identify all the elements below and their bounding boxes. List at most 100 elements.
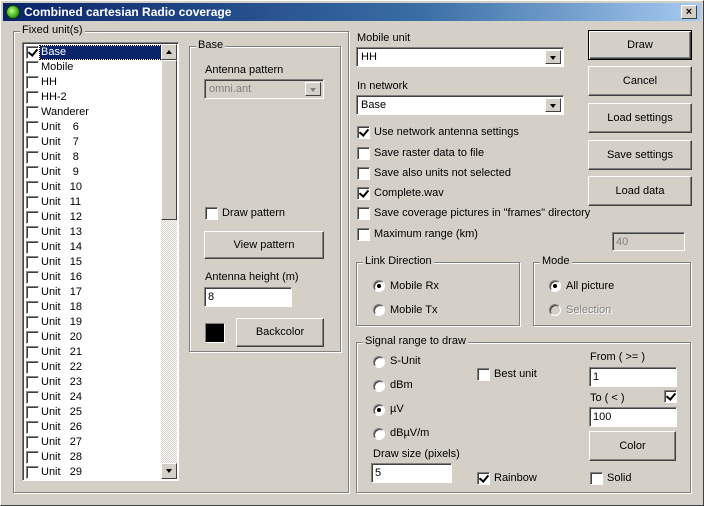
unit-checkbox[interactable] bbox=[26, 256, 39, 269]
unit-checkbox[interactable] bbox=[26, 76, 39, 89]
cancel-button[interactable]: Cancel bbox=[588, 66, 692, 96]
rainbow-checkbox[interactable] bbox=[477, 472, 490, 485]
load-data-button[interactable]: Load data bbox=[588, 176, 692, 206]
antenna-height-input[interactable]: 8 bbox=[204, 287, 292, 307]
solid-checkbox[interactable] bbox=[590, 472, 603, 485]
list-item[interactable]: Unit 29 bbox=[25, 465, 165, 480]
unit-checkbox[interactable] bbox=[26, 376, 39, 389]
unit-checkbox[interactable] bbox=[26, 151, 39, 164]
unit-checkbox[interactable] bbox=[26, 121, 39, 134]
mobile-unit-select[interactable]: HH bbox=[356, 47, 564, 67]
list-item[interactable]: Unit 23 bbox=[25, 375, 165, 390]
save-coverage-pictures-checkbox[interactable] bbox=[357, 207, 370, 220]
list-item[interactable]: Unit 21 bbox=[25, 345, 165, 360]
in-network-dropdown-button[interactable] bbox=[545, 98, 561, 112]
list-item[interactable]: Unit 9 bbox=[25, 165, 165, 180]
draw-pattern-checkbox[interactable] bbox=[205, 207, 218, 220]
list-item[interactable]: Unit 20 bbox=[25, 330, 165, 345]
unit-checkbox[interactable] bbox=[26, 346, 39, 359]
list-item[interactable]: Unit 15 bbox=[25, 255, 165, 270]
antenna-pattern-dropdown-button[interactable] bbox=[305, 82, 321, 96]
list-item[interactable]: Unit 22 bbox=[25, 360, 165, 375]
unit-checkbox[interactable] bbox=[26, 436, 39, 449]
s-unit-radio[interactable] bbox=[373, 356, 385, 368]
scroll-up-button[interactable] bbox=[161, 44, 177, 60]
in-network-select[interactable]: Base bbox=[356, 95, 564, 115]
unit-checkbox[interactable] bbox=[26, 91, 39, 104]
unit-checkbox[interactable] bbox=[26, 241, 39, 254]
unit-checkbox[interactable] bbox=[26, 196, 39, 209]
to-input[interactable]: 100 bbox=[589, 407, 677, 427]
list-item[interactable]: Unit 14 bbox=[25, 240, 165, 255]
dbuv-m-radio[interactable] bbox=[373, 428, 385, 440]
best-unit-checkbox[interactable] bbox=[477, 368, 490, 381]
from-input[interactable]: 1 bbox=[589, 367, 677, 387]
unit-checkbox[interactable] bbox=[26, 451, 39, 464]
scroll-thumb[interactable] bbox=[161, 60, 177, 220]
fixed-units-list[interactable]: Base Mobile HH HH-2 Wanderer Unit 6 Unit 7 Unit… bbox=[22, 42, 179, 481]
list-item[interactable]: Unit 13 bbox=[25, 225, 165, 240]
color-button[interactable]: Color bbox=[589, 431, 676, 461]
unit-checkbox[interactable] bbox=[26, 391, 39, 404]
draw-size-input[interactable]: 5 bbox=[371, 463, 452, 483]
list-item[interactable]: Unit 27 bbox=[25, 435, 165, 450]
list-item[interactable]: Unit 6 bbox=[25, 120, 165, 135]
unit-checkbox[interactable] bbox=[26, 421, 39, 434]
microvolt-radio[interactable] bbox=[373, 404, 385, 416]
unit-checkbox[interactable] bbox=[26, 166, 39, 179]
complete-wav-checkbox[interactable] bbox=[357, 187, 370, 200]
unit-checkbox[interactable] bbox=[26, 211, 39, 224]
backcolor-button[interactable]: Backcolor bbox=[236, 318, 324, 347]
list-item[interactable]: HH-2 bbox=[25, 90, 165, 105]
list-item[interactable]: Unit 17 bbox=[25, 285, 165, 300]
save-units-not-selected-checkbox[interactable] bbox=[357, 167, 370, 180]
antenna-pattern-select[interactable]: omni.ant bbox=[204, 79, 324, 99]
save-settings-button[interactable]: Save settings bbox=[588, 140, 692, 170]
view-pattern-button[interactable]: View pattern bbox=[204, 231, 324, 259]
all-picture-radio[interactable] bbox=[549, 280, 561, 292]
list-item[interactable]: Unit 11 bbox=[25, 195, 165, 210]
list-item[interactable]: Unit 8 bbox=[25, 150, 165, 165]
close-button[interactable]: × bbox=[681, 5, 697, 19]
scroll-down-button[interactable] bbox=[161, 463, 177, 479]
unit-checkbox[interactable] bbox=[26, 271, 39, 284]
unit-checkbox[interactable] bbox=[26, 46, 39, 59]
unit-checkbox[interactable] bbox=[26, 181, 39, 194]
list-item[interactable]: Unit 26 bbox=[25, 420, 165, 435]
list-item[interactable]: Mobile bbox=[25, 60, 165, 75]
fixed-units-scrollbar[interactable] bbox=[161, 44, 177, 479]
list-item[interactable]: HH bbox=[25, 75, 165, 90]
unit-checkbox[interactable] bbox=[26, 316, 39, 329]
list-item[interactable]: Unit 19 bbox=[25, 315, 165, 330]
mobile-unit-dropdown-button[interactable] bbox=[545, 50, 561, 64]
mobile-rx-radio[interactable] bbox=[373, 280, 385, 292]
unit-checkbox[interactable] bbox=[26, 406, 39, 419]
save-raster-data-checkbox[interactable] bbox=[357, 147, 370, 160]
maximum-range-checkbox[interactable] bbox=[357, 228, 370, 241]
draw-button[interactable]: Draw bbox=[588, 30, 692, 60]
unit-checkbox[interactable] bbox=[26, 466, 39, 479]
unit-checkbox[interactable] bbox=[26, 136, 39, 149]
load-settings-button[interactable]: Load settings bbox=[588, 103, 692, 133]
unit-checkbox[interactable] bbox=[26, 361, 39, 374]
list-item[interactable]: Unit 10 bbox=[25, 180, 165, 195]
dbm-radio[interactable] bbox=[373, 380, 385, 392]
unit-checkbox[interactable] bbox=[26, 301, 39, 314]
unit-checkbox[interactable] bbox=[26, 331, 39, 344]
title-bar[interactable]: Combined cartesian Radio coverage × bbox=[3, 3, 701, 21]
use-network-antenna-checkbox[interactable] bbox=[357, 126, 370, 139]
unit-checkbox[interactable] bbox=[26, 106, 39, 119]
list-item[interactable]: Unit 24 bbox=[25, 390, 165, 405]
to-checkbox[interactable] bbox=[664, 390, 677, 403]
unit-checkbox[interactable] bbox=[26, 61, 39, 74]
list-item[interactable]: Unit 12 bbox=[25, 210, 165, 225]
list-item[interactable]: Wanderer bbox=[25, 105, 165, 120]
list-item[interactable]: Unit 28 bbox=[25, 450, 165, 465]
list-item[interactable]: Unit 18 bbox=[25, 300, 165, 315]
list-item[interactable]: Unit 7 bbox=[25, 135, 165, 150]
list-item[interactable]: Base bbox=[25, 45, 165, 60]
mobile-tx-radio[interactable] bbox=[373, 304, 385, 316]
list-item[interactable]: Unit 25 bbox=[25, 405, 165, 420]
unit-checkbox[interactable] bbox=[26, 226, 39, 239]
max-range-input[interactable]: 40 bbox=[612, 232, 685, 251]
